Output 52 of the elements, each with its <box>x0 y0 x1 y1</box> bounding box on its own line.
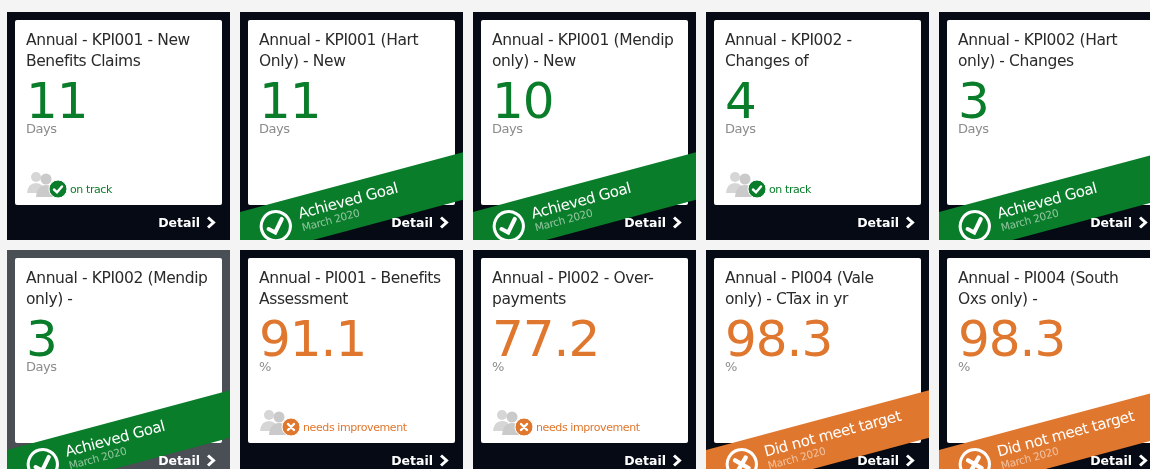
status-text: on track <box>769 183 811 196</box>
chevron-right-icon <box>1138 216 1148 229</box>
chevron-right-icon <box>206 216 216 229</box>
kpi-tile[interactable]: Annual - PI004 (South Oxs only) - 98.3 % Did not meet target March 2020 Detail <box>939 250 1150 469</box>
detail-link[interactable]: Detail <box>1090 215 1148 230</box>
kpi-title: Annual - PI002 - Over-payments <box>492 268 655 310</box>
chevron-right-icon <box>905 454 915 467</box>
detail-link[interactable]: Detail <box>391 453 449 468</box>
chevron-right-icon <box>206 454 216 467</box>
chevron-right-icon <box>439 216 449 229</box>
chevron-right-icon <box>439 454 449 467</box>
kpi-title: Annual - KPI001 - New Benefits Claims <box>26 30 191 72</box>
kpi-unit: Days <box>26 360 57 374</box>
detail-link[interactable]: Detail <box>158 453 216 468</box>
chevron-right-icon <box>905 216 915 229</box>
kpi-title: Annual - PI001 - Benefits Assessment <box>259 268 442 310</box>
kpi-unit: % <box>259 360 271 374</box>
detail-link[interactable]: Detail <box>857 453 915 468</box>
kpi-unit: Days <box>26 122 57 136</box>
kpi-unit: Days <box>958 122 989 136</box>
chevron-right-icon <box>672 216 682 229</box>
kpi-title: Annual - KPI001 (Mendip only) - New <box>492 30 675 72</box>
people-check-icon <box>725 169 767 199</box>
detail-link[interactable]: Detail <box>624 453 682 468</box>
detail-link[interactable]: Detail <box>1090 453 1148 468</box>
chevron-right-icon <box>672 454 682 467</box>
detail-link[interactable]: Detail <box>158 215 216 230</box>
kpi-unit: % <box>725 360 737 374</box>
kpi-title: Annual - PI004 (Vale only) - CTax in yr <box>725 268 875 310</box>
kpi-unit: % <box>958 360 970 374</box>
status-text: needs improvement <box>303 421 407 434</box>
kpi-unit: % <box>492 360 504 374</box>
kpi-unit: Days <box>492 122 523 136</box>
kpi-title: Annual - PI004 (South Oxs only) - <box>958 268 1120 310</box>
kpi-tile[interactable]: Annual - PI002 - Over-payments 77.2 % needs improvement Detail <box>473 250 696 469</box>
detail-link[interactable]: Detail <box>624 215 682 230</box>
kpi-tile[interactable]: Annual - PI001 - Benefits Assessment 91.1 % needs improvement Detail <box>240 250 463 469</box>
people-cross-icon <box>259 407 301 437</box>
kpi-title: Annual - KPI002 - Changes of <box>725 30 853 72</box>
detail-link[interactable]: Detail <box>857 215 915 230</box>
people-check-icon <box>26 169 68 199</box>
kpi-title: Annual - KPI002 (Mendip only) - <box>26 268 209 310</box>
people-cross-icon <box>492 407 534 437</box>
status-text: on track <box>70 183 112 196</box>
kpi-unit: Days <box>725 122 756 136</box>
kpi-tile[interactable]: Annual - PI004 (Vale only) - CTax in yr 98.3 % Did not meet target March 2020 Detail <box>706 250 929 469</box>
kpi-title: Annual - KPI002 (Hart only) - Changes <box>958 30 1119 72</box>
detail-link[interactable]: Detail <box>391 215 449 230</box>
chevron-right-icon <box>1138 454 1148 467</box>
kpi-title: Annual - KPI001 (Hart Only) - New <box>259 30 420 72</box>
kpi-unit: Days <box>259 122 290 136</box>
status-text: needs improvement <box>536 421 640 434</box>
